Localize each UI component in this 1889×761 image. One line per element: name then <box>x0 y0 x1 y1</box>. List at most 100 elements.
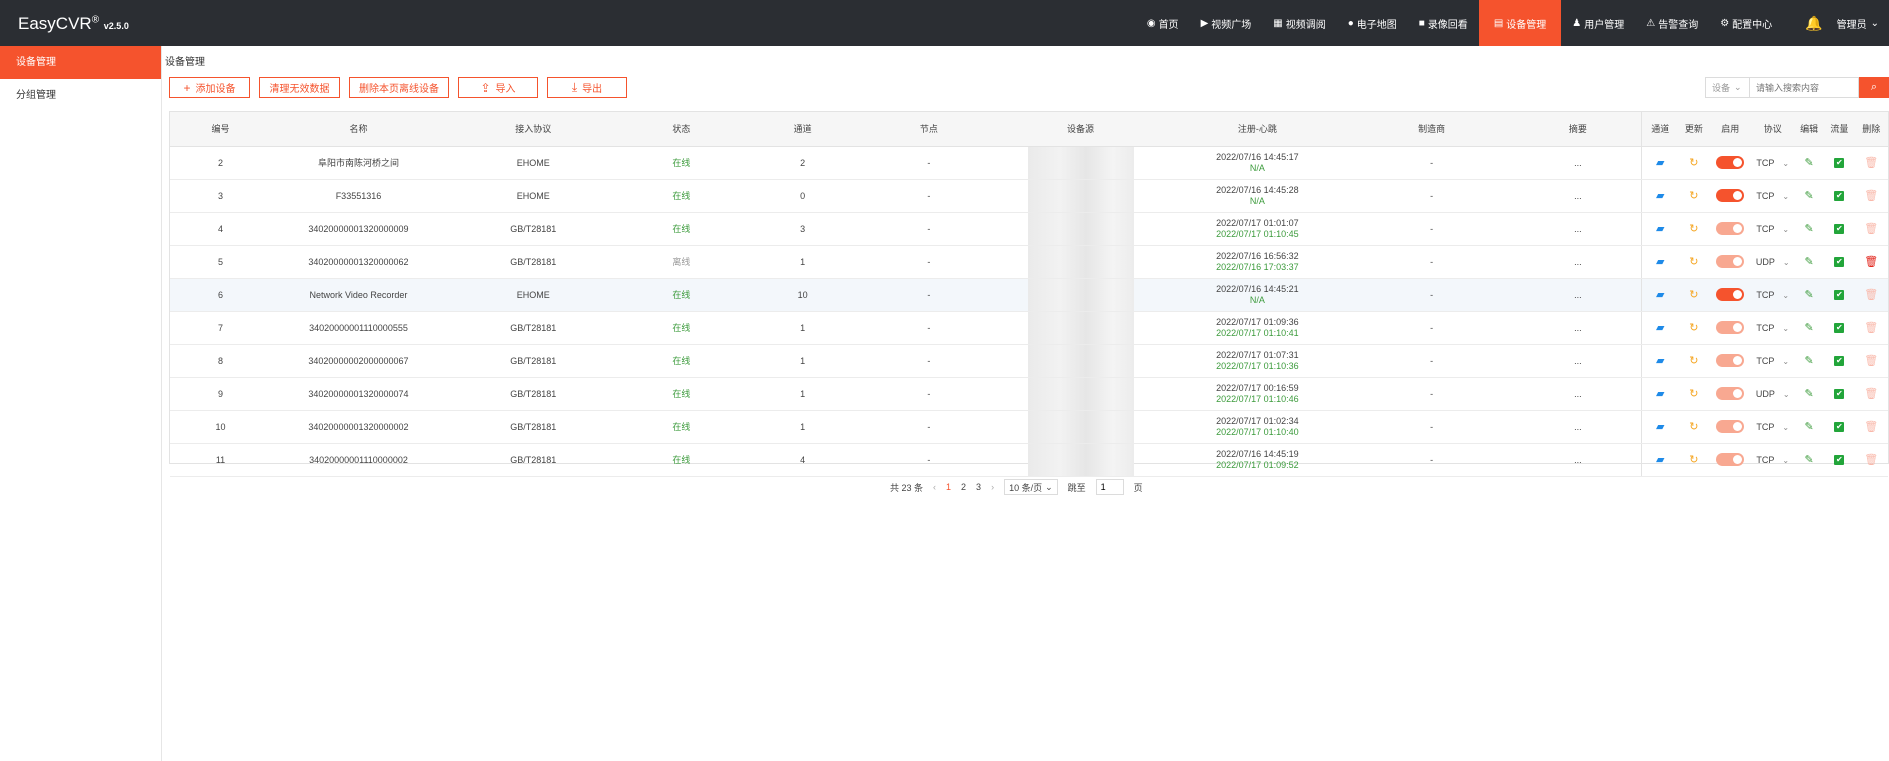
transport-select[interactable]: TCP ⌄ <box>1756 422 1789 432</box>
search-type-select[interactable]: 设备 ⌄ <box>1705 77 1749 98</box>
transport-select[interactable]: TCP ⌄ <box>1756 356 1789 366</box>
enable-toggle[interactable] <box>1716 222 1745 235</box>
table-row[interactable]: 6 Network Video Recorder EHOME 在线 10-2022/07… <box>170 278 1888 312</box>
folder-icon[interactable]: ▰ <box>1656 355 1664 367</box>
nav-item-5[interactable]: ▤ 设备管理 <box>1478 0 1562 46</box>
transport-select[interactable]: TCP ⌄ <box>1756 323 1789 333</box>
search-input[interactable] <box>1749 77 1859 98</box>
trash-icon[interactable]: 🗑 <box>1864 322 1878 334</box>
trash-icon[interactable]: 🗑 <box>1864 421 1878 433</box>
folder-icon[interactable]: ▰ <box>1656 223 1664 235</box>
trash-icon[interactable]: 🗑 <box>1864 157 1878 169</box>
table-row[interactable]: 10 34020000001320000002 GB/T28181 在线 1-2022/… <box>170 410 1888 444</box>
trash-icon[interactable]: 🗑 <box>1864 190 1878 202</box>
flow-icon[interactable]: ✔ <box>1834 191 1845 201</box>
trash-icon[interactable]: 🗑 <box>1864 388 1878 400</box>
user-menu[interactable]: 管理员 ⌄ <box>1831 0 1889 46</box>
flow-icon[interactable]: ✔ <box>1834 224 1845 234</box>
jump-input[interactable] <box>1095 479 1124 495</box>
enable-toggle[interactable] <box>1716 354 1745 367</box>
enable-toggle[interactable] <box>1716 321 1745 334</box>
nav-item-1[interactable]: ▶ 视频广场 <box>1190 0 1263 46</box>
page-number[interactable]: 2 <box>961 482 966 492</box>
table-row[interactable]: 5 34020000001320000062 GB/T28181 离线 1-2022/0… <box>170 245 1888 279</box>
folder-icon[interactable]: ▰ <box>1656 454 1664 466</box>
edit-icon[interactable]: ✎ <box>1804 454 1813 466</box>
trash-icon[interactable]: 🗑 <box>1864 289 1878 301</box>
page-number[interactable]: 1 <box>946 482 951 492</box>
edit-icon[interactable]: ✎ <box>1804 157 1813 169</box>
nav-item-3[interactable]: ● 电子地图 <box>1337 0 1408 46</box>
edit-icon[interactable]: ✎ <box>1804 223 1813 235</box>
transport-select[interactable]: TCP ⌄ <box>1756 158 1789 168</box>
folder-icon[interactable]: ▰ <box>1656 157 1664 169</box>
folder-icon[interactable]: ▰ <box>1656 289 1664 301</box>
edit-icon[interactable]: ✎ <box>1804 421 1813 433</box>
refresh-icon[interactable]: ↻ <box>1689 223 1698 235</box>
page-number[interactable]: 3 <box>976 482 981 492</box>
edit-icon[interactable]: ✎ <box>1804 322 1813 334</box>
export-button[interactable]: ⤓ 导出 <box>547 77 627 98</box>
flow-icon[interactable]: ✔ <box>1834 323 1845 333</box>
refresh-icon[interactable]: ↻ <box>1689 355 1698 367</box>
trash-icon[interactable]: 🗑 <box>1864 256 1878 268</box>
enable-toggle[interactable] <box>1716 420 1745 433</box>
trash-icon[interactable]: 🗑 <box>1864 454 1878 466</box>
folder-icon[interactable]: ▰ <box>1656 190 1664 202</box>
page-size-select[interactable]: 10 条/页 ⌄ <box>1004 479 1058 495</box>
app-logo[interactable]: EasyCVR® v2.5.0 <box>18 14 129 34</box>
nav-item-8[interactable]: ⚙ 配置中心 <box>1709 0 1783 46</box>
transport-select[interactable]: TCP ⌄ <box>1756 191 1789 201</box>
refresh-icon[interactable]: ↻ <box>1689 322 1698 334</box>
folder-icon[interactable]: ▰ <box>1656 421 1664 433</box>
folder-icon[interactable]: ▰ <box>1656 322 1664 334</box>
enable-toggle[interactable] <box>1716 288 1745 301</box>
folder-icon[interactable]: ▰ <box>1656 388 1664 400</box>
prev-page-icon[interactable]: ‹ <box>933 482 936 492</box>
add-device-button[interactable]: + 添加设备 <box>169 77 250 98</box>
next-page-icon[interactable]: › <box>991 482 994 492</box>
nav-item-7[interactable]: ⚠ 告警查询 <box>1635 0 1709 46</box>
refresh-icon[interactable]: ↻ <box>1689 157 1698 169</box>
nav-item-2[interactable]: ▦ 视频调阅 <box>1262 0 1336 46</box>
refresh-icon[interactable]: ↻ <box>1689 190 1698 202</box>
trash-icon[interactable]: 🗑 <box>1864 355 1878 367</box>
search-button[interactable]: ⌕ <box>1859 77 1889 98</box>
delete-offline-button[interactable]: 删除本页离线设备 <box>349 77 449 98</box>
notification-bell-icon[interactable]: 🔔 <box>1783 0 1830 46</box>
transport-select[interactable]: TCP ⌄ <box>1756 290 1789 300</box>
table-row[interactable]: 9 34020000001320000074 GB/T28181 在线 1-2022/0… <box>170 377 1888 411</box>
edit-icon[interactable]: ✎ <box>1804 355 1813 367</box>
refresh-icon[interactable]: ↻ <box>1689 421 1698 433</box>
nav-item-6[interactable]: ♟ 用户管理 <box>1561 0 1635 46</box>
trash-icon[interactable]: 🗑 <box>1864 223 1878 235</box>
enable-toggle[interactable] <box>1716 387 1745 400</box>
table-row[interactable]: 4 34020000001320000009 GB/T28181 在线 3-2022/0… <box>170 212 1888 246</box>
enable-toggle[interactable] <box>1716 189 1745 202</box>
flow-icon[interactable]: ✔ <box>1834 290 1845 300</box>
flow-icon[interactable]: ✔ <box>1834 389 1845 399</box>
table-row[interactable]: 8 34020000002000000067 GB/T28181 在线 1-2022/0… <box>170 344 1888 378</box>
refresh-icon[interactable]: ↻ <box>1689 454 1698 466</box>
folder-icon[interactable]: ▰ <box>1656 256 1664 268</box>
enable-toggle[interactable] <box>1716 255 1745 268</box>
nav-item-4[interactable]: ■ 录像回看 <box>1408 0 1479 46</box>
flow-icon[interactable]: ✔ <box>1834 422 1845 432</box>
edit-icon[interactable]: ✎ <box>1804 190 1813 202</box>
refresh-icon[interactable]: ↻ <box>1689 289 1698 301</box>
transport-select[interactable]: UDP ⌄ <box>1756 389 1790 399</box>
flow-icon[interactable]: ✔ <box>1834 356 1845 366</box>
sidebar-item-1[interactable]: 分组管理 <box>0 79 161 112</box>
flow-icon[interactable]: ✔ <box>1834 158 1845 168</box>
transport-select[interactable]: TCP ⌄ <box>1756 455 1789 465</box>
table-row[interactable]: 7 34020000001110000555 GB/T28181 在线 1-2022/0… <box>170 311 1888 345</box>
refresh-icon[interactable]: ↻ <box>1689 256 1698 268</box>
table-row[interactable]: 3 F33551316 EHOME 在线 0-2022/07/16 14:45:28 N/… <box>170 179 1888 213</box>
transport-select[interactable]: TCP ⌄ <box>1756 224 1789 234</box>
flow-icon[interactable]: ✔ <box>1834 455 1845 465</box>
edit-icon[interactable]: ✎ <box>1804 256 1813 268</box>
refresh-icon[interactable]: ↻ <box>1689 388 1698 400</box>
edit-icon[interactable]: ✎ <box>1804 388 1813 400</box>
flow-icon[interactable]: ✔ <box>1834 257 1845 267</box>
nav-item-0[interactable]: ◉ 首页 <box>1136 0 1190 46</box>
